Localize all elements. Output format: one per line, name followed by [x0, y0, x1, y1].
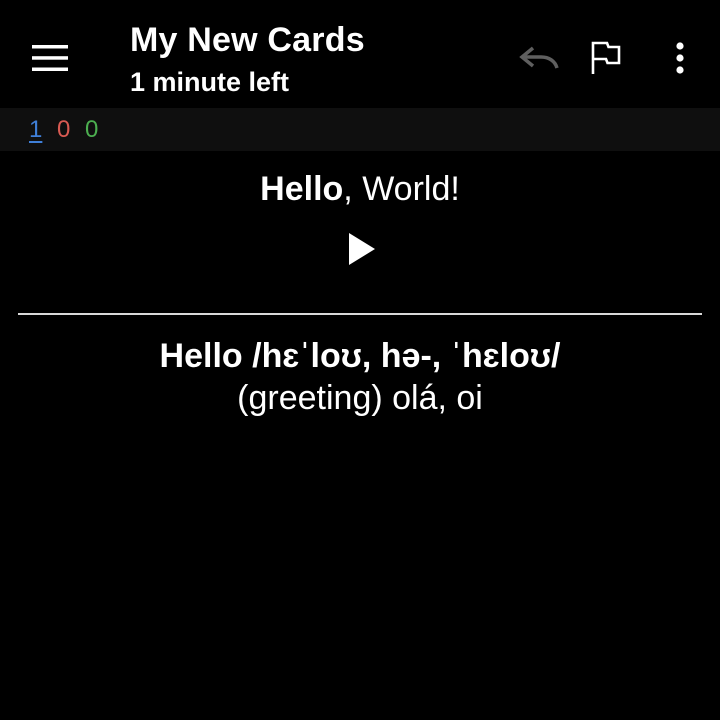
reviewer-screen: My New Cards 1 minute left 1 0 0 Hello, …	[0, 0, 720, 720]
deck-title: My New Cards	[130, 21, 365, 59]
play-icon	[349, 233, 375, 265]
play-audio-button[interactable]	[334, 227, 390, 271]
title-block: My New Cards 1 minute left	[130, 18, 490, 102]
flag-card-button[interactable]	[570, 22, 642, 94]
answer-definition: (greeting) olá, oi	[237, 379, 483, 417]
answer-divider	[18, 313, 702, 315]
answer-headword: Hello /hɛˈloʊ, hə-, ˈhɛloʊ/	[159, 337, 561, 375]
review-count: 0	[85, 116, 99, 143]
learning-count: 0	[57, 116, 71, 143]
time-left-subtitle: 1 minute left	[130, 67, 290, 97]
card-counts-bar: 1 0 0	[0, 108, 720, 151]
more-vertical-icon	[676, 42, 684, 74]
undo-button[interactable]	[503, 22, 575, 94]
more-options-button[interactable]	[644, 22, 716, 94]
top-app-bar: My New Cards 1 minute left	[0, 0, 720, 108]
new-count: 1	[29, 116, 43, 143]
undo-icon	[519, 46, 559, 69]
question-bold-text: Hello	[260, 170, 344, 208]
card-question: Hello, World!	[0, 169, 720, 209]
navigation-drawer-button[interactable]	[14, 22, 86, 94]
hamburger-menu-icon	[32, 45, 68, 71]
card-content: Hello, World! Hello /hɛˈloʊ, hə-, ˈhɛloʊ…	[0, 151, 720, 720]
question-rest-text: , World!	[343, 170, 460, 208]
flag-icon	[591, 41, 621, 74]
